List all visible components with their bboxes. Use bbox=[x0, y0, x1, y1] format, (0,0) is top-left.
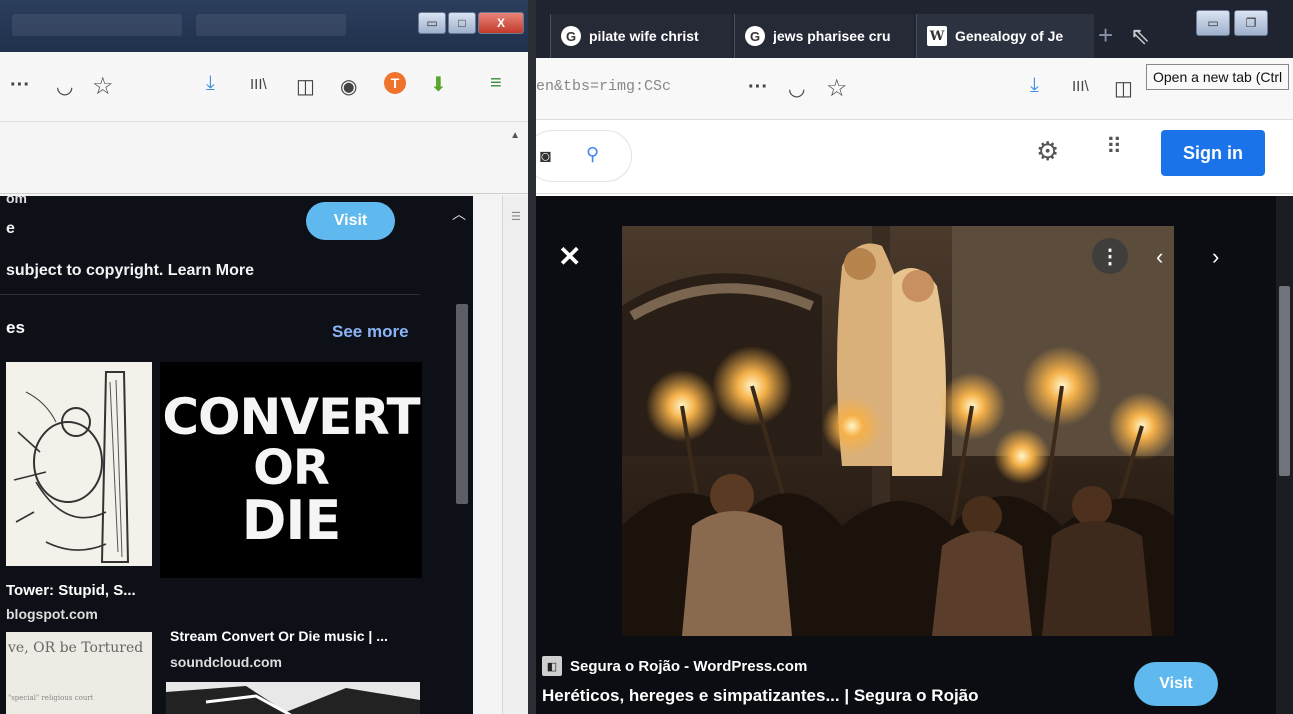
close-button[interactable]: X bbox=[478, 12, 524, 34]
source-name: Segura o Rojão - WordPress.com bbox=[570, 657, 808, 675]
left-page-scrollbar[interactable]: ☰ bbox=[502, 196, 528, 714]
collapse-caret-icon[interactable]: ︿ bbox=[452, 204, 466, 224]
camera-icon[interactable]: ◙ bbox=[540, 146, 551, 167]
related-result-title[interactable]: Tower: Stupid, S... bbox=[6, 582, 136, 599]
maximize-button[interactable]: □ bbox=[448, 12, 476, 34]
tab-genealogy[interactable]: W Genealogy of Je bbox=[916, 14, 1094, 58]
related-image-partial[interactable] bbox=[166, 682, 420, 714]
tab-label: Genealogy of Je bbox=[955, 28, 1064, 44]
related-image-sketch[interactable] bbox=[6, 362, 152, 566]
restore-button[interactable]: ❐ bbox=[1234, 10, 1268, 36]
visit-button[interactable]: Visit bbox=[1134, 662, 1218, 706]
related-image-convert-or-die[interactable]: CONVERT OR DIE bbox=[160, 362, 422, 578]
image-source[interactable]: ◧ Segura o Rojão - WordPress.com bbox=[542, 656, 807, 676]
new-tab-button[interactable]: + bbox=[1098, 20, 1113, 51]
bookmark-star-icon[interactable]: ☆ bbox=[92, 72, 114, 101]
result-title-fragment: om bbox=[6, 196, 27, 206]
scroll-up-arrow-icon[interactable]: ▲ bbox=[510, 130, 520, 141]
left-title-bar: ▭ □ X bbox=[0, 0, 530, 52]
scrollbar-thumb[interactable] bbox=[1279, 286, 1290, 476]
download-icon[interactable]: ⤓ bbox=[206, 72, 215, 95]
main-image[interactable] bbox=[622, 226, 1174, 636]
tab-pilate-wife[interactable]: G pilate wife christ bbox=[550, 14, 732, 58]
right-window-controls: ▭ ❐ bbox=[1196, 10, 1268, 36]
url-bar[interactable]: en&tbs=rimg:CSc bbox=[536, 78, 671, 95]
blurred-tab[interactable] bbox=[12, 14, 182, 36]
art-line-2: OR bbox=[253, 440, 330, 496]
left-browser-window: ▭ □ X ··· ◡ ☆ ⤓ III\ ◫ ◉ T ⬇ ≡ ▲ om e Vi… bbox=[0, 0, 530, 714]
art-line-3: DIE bbox=[241, 489, 342, 552]
art-line-1: CONVERT bbox=[162, 388, 420, 446]
google-favicon-icon: G bbox=[561, 26, 581, 46]
tab-jews-pharisee[interactable]: G jews pharisee cru bbox=[734, 14, 914, 58]
library-icon[interactable]: III\ bbox=[1072, 78, 1089, 95]
sign-in-button[interactable]: Sign in bbox=[1161, 130, 1265, 176]
blurred-tab[interactable] bbox=[196, 14, 346, 36]
convert-or-die-art: CONVERT OR DIE bbox=[160, 362, 422, 578]
wikipedia-favicon-icon: W bbox=[927, 26, 947, 46]
visit-button[interactable]: Visit bbox=[306, 202, 395, 240]
screen-photo: ▭ □ X ··· ◡ ☆ ⤓ III\ ◫ ◉ T ⬇ ≡ ▲ om e Vi… bbox=[0, 0, 1293, 714]
more-dots-icon[interactable]: ··· bbox=[748, 76, 768, 99]
related-result-title[interactable]: Stream Convert Or Die music | ... bbox=[170, 628, 388, 644]
sidebar-icon[interactable]: ◫ bbox=[1114, 76, 1133, 101]
next-image-icon[interactable]: › bbox=[1212, 244, 1219, 270]
divider bbox=[0, 294, 420, 295]
minimize-button[interactable]: ▭ bbox=[418, 12, 446, 34]
previous-image-icon[interactable]: ‹ bbox=[1156, 244, 1163, 270]
image-result-panel: om e Visit ︿ subject to copyright. Learn… bbox=[0, 196, 473, 714]
viewer-scrollbar[interactable] bbox=[1276, 196, 1293, 714]
image-title-link[interactable]: Heréticos, hereges e simpatizantes... | … bbox=[542, 686, 979, 706]
torchlit-crowd-scene bbox=[622, 226, 1174, 636]
right-tab-bar: G pilate wife christ G jews pharisee cru… bbox=[536, 0, 1293, 58]
scrollbar-grip-icon[interactable]: ☰ bbox=[511, 210, 521, 223]
left-window-controls: ▭ □ X bbox=[418, 12, 524, 34]
left-toolbar: ··· ◡ ☆ ⤓ III\ ◫ ◉ T ⬇ ≡ bbox=[0, 52, 530, 122]
tab-label: pilate wife christ bbox=[589, 28, 699, 44]
related-images-heading: es bbox=[6, 318, 25, 337]
library-icon[interactable]: III\ bbox=[250, 76, 267, 93]
related-result-site: blogspot.com bbox=[6, 606, 98, 622]
gear-icon[interactable]: ⚙ bbox=[1036, 136, 1059, 167]
more-dots-icon[interactable]: ··· bbox=[10, 74, 30, 97]
extension-download-icon[interactable]: ⬇ bbox=[430, 72, 447, 97]
scan-small-text: "special" religious court bbox=[8, 694, 94, 702]
pocket-icon[interactable]: ◡ bbox=[788, 76, 805, 101]
image-viewer-panel: ✕ ⋮ ‹ › ◧ Segura o Rojão - WordPress.com… bbox=[536, 196, 1293, 714]
download-icon[interactable]: ⤓ bbox=[1030, 74, 1039, 97]
search-icon[interactable]: ⚲ bbox=[586, 144, 599, 165]
more-options-icon[interactable]: ⋮ bbox=[1092, 238, 1128, 274]
minimize-button[interactable]: ▭ bbox=[1196, 10, 1230, 36]
tab-label: jews pharisee cru bbox=[773, 28, 891, 44]
bookmark-star-icon[interactable]: ☆ bbox=[826, 74, 848, 103]
site-favicon-icon: ◧ bbox=[542, 656, 562, 676]
account-icon[interactable]: ◉ bbox=[340, 74, 357, 99]
apps-grid-icon[interactable]: ⠿ bbox=[1106, 134, 1122, 160]
pocket-icon[interactable]: ◡ bbox=[56, 74, 73, 99]
partial-image-art bbox=[166, 682, 420, 714]
related-image-text-scan[interactable]: ve, OR be Tortured "special" religious c… bbox=[6, 632, 152, 714]
new-tab-tooltip: Open a new tab (Ctrl bbox=[1146, 64, 1290, 90]
panel-scrollbar[interactable] bbox=[456, 304, 468, 504]
mouse-cursor-icon: ⇖ bbox=[1130, 23, 1151, 50]
related-result-site: soundcloud.com bbox=[170, 654, 282, 670]
sketch-illustration bbox=[6, 362, 152, 566]
right-browser-window: G pilate wife christ G jews pharisee cru… bbox=[536, 0, 1293, 714]
copyright-notice[interactable]: subject to copyright. Learn More bbox=[6, 262, 254, 280]
screen-split-divider bbox=[528, 0, 536, 714]
result-site-fragment: e bbox=[6, 220, 15, 237]
scan-text: ve, OR be Tortured bbox=[8, 640, 144, 656]
menu-update-icon[interactable]: ≡ bbox=[490, 72, 502, 95]
close-icon[interactable]: ✕ bbox=[558, 240, 581, 273]
left-address-area: ▲ bbox=[0, 122, 530, 194]
google-favicon-icon: G bbox=[745, 26, 765, 46]
extension-icon[interactable]: T bbox=[384, 72, 406, 94]
sidebar-icon[interactable]: ◫ bbox=[296, 74, 315, 99]
see-more-link[interactable]: See more bbox=[332, 322, 409, 342]
